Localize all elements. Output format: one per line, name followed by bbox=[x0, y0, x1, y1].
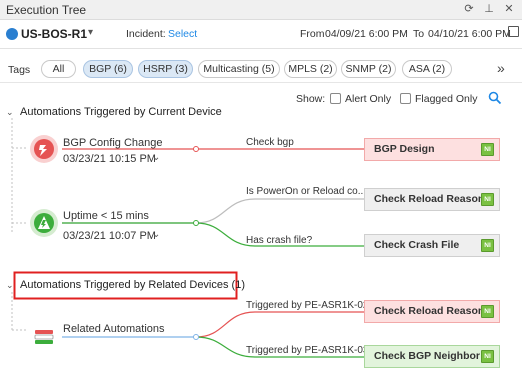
bgp-node-time: 03/23/21 10:15 PM bbox=[63, 153, 156, 165]
uptime-icon bbox=[34, 213, 54, 233]
section-current-device[interactable]: Automations Triggered by Current Device bbox=[20, 106, 222, 118]
uptime-node-time: 03/23/21 10:07 PM bbox=[63, 230, 156, 242]
result-bgp-design[interactable]: BGP Design NI bbox=[364, 138, 500, 161]
uptime-node-title: Uptime < 15 mins bbox=[63, 210, 149, 222]
edge-crash: Has crash file? bbox=[246, 235, 313, 246]
result-label: Check Crash File bbox=[374, 239, 460, 251]
result-label: Check Reload Reason bbox=[374, 193, 485, 205]
ni-icon: NI bbox=[481, 143, 494, 156]
collapse-current-icon[interactable]: ⌄ bbox=[6, 107, 14, 118]
result-check-crash[interactable]: Check Crash File NI bbox=[364, 234, 500, 257]
related-automations-icon bbox=[34, 330, 54, 344]
ni-icon: NI bbox=[481, 193, 494, 206]
collapse-related-icon[interactable]: ⌄ bbox=[6, 280, 14, 291]
ni-icon: NI bbox=[481, 350, 494, 363]
bgp-config-node[interactable] bbox=[30, 135, 58, 163]
result-check-bgp-neighbor[interactable]: Check BGP Neighbor NI bbox=[364, 345, 500, 368]
result-check-reload-2[interactable]: Check Reload Reason NI bbox=[364, 300, 500, 323]
edge-pe03: Triggered by PE-ASR1K-03 bbox=[246, 345, 369, 356]
section-related-devices[interactable]: Automations Triggered by Related Devices… bbox=[20, 279, 245, 291]
result-label: Check BGP Neighbor bbox=[374, 350, 480, 362]
edge-poweron: Is PowerOn or Reload co... bbox=[246, 186, 367, 197]
ni-icon: NI bbox=[481, 239, 494, 252]
bgp-node-title: BGP Config Change bbox=[63, 137, 163, 149]
bgp-alert-icon bbox=[34, 139, 54, 159]
related-node-title: Related Automations bbox=[63, 323, 165, 335]
uptime-node[interactable] bbox=[30, 209, 58, 237]
result-label: BGP Design bbox=[374, 143, 435, 155]
ni-icon: NI bbox=[481, 305, 494, 318]
uptime-expand-icon[interactable]: ⌄ bbox=[152, 229, 160, 240]
edge-check-bgp: Check bgp bbox=[246, 137, 294, 148]
bgp-expand-icon[interactable]: ⌄ bbox=[152, 152, 160, 163]
result-check-reload-1[interactable]: Check Reload Reason NI bbox=[364, 188, 500, 211]
edge-pe02: Triggered by PE-ASR1K-02 bbox=[246, 300, 369, 311]
related-automations-node[interactable] bbox=[30, 323, 58, 351]
result-label: Check Reload Reason bbox=[374, 305, 485, 317]
